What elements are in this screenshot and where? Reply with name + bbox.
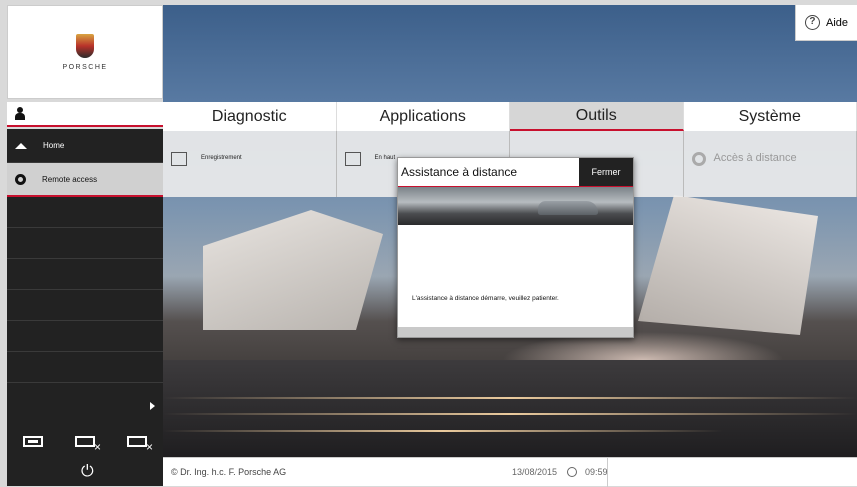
close-button[interactable]: Fermer [579, 158, 633, 186]
light-streak [163, 397, 857, 399]
car-image [538, 201, 598, 215]
tab-outils[interactable]: Outils [510, 102, 684, 131]
dialog-banner-image [398, 187, 633, 225]
subtab-enregistrement[interactable]: Enregistrement [163, 131, 337, 197]
sidebar-item-home[interactable]: Home [7, 129, 163, 163]
sidebar-empty-slot [7, 352, 163, 383]
subtab-label: Enregistrement [201, 155, 242, 161]
building-right [638, 195, 818, 335]
logo-wordmark: PORSCHE [62, 64, 107, 71]
footer-divider [607, 458, 608, 487]
dialog-message: L'assistance à distance démarre, veuille… [412, 295, 559, 302]
sidebar-empty-slot [7, 321, 163, 352]
sidebar: Home Remote access [7, 129, 163, 457]
subtab-acces-a-distance[interactable]: Accès à distance [684, 131, 857, 197]
vci-disconnected-icon [75, 436, 95, 447]
sidebar-expand-arrow-icon[interactable] [150, 402, 155, 410]
sidebar-item-label: Remote access [42, 175, 97, 184]
power-bar: ⏻ [7, 457, 163, 486]
main-tabs: Diagnostic Applications Outils Système [163, 102, 857, 131]
user-icon [15, 107, 25, 120]
building-left [203, 210, 383, 330]
date-text: 13/08/2015 [477, 467, 557, 477]
sidebar-empty-slot [7, 228, 163, 259]
copyright-text: © Dr. Ing. h.c. F. Porsche AG [171, 467, 471, 477]
sidebar-empty-slot [7, 197, 163, 228]
tab-applications[interactable]: Applications [337, 102, 511, 131]
light-streak [163, 430, 723, 432]
light-streak [163, 413, 857, 415]
porsche-logo: PORSCHE [7, 5, 163, 99]
sidebar-empty-slot [7, 290, 163, 321]
footer: © Dr. Ing. h.c. F. Porsche AG 13/08/2015… [163, 457, 857, 486]
status-icons [7, 425, 163, 457]
sidebar-item-label: Home [43, 141, 64, 150]
dialog-title: Assistance à distance [398, 158, 579, 186]
time-text: 09:59 [585, 467, 608, 477]
remote-assistance-dialog: Assistance à distance Fermer L'assistanc… [397, 157, 634, 338]
tab-systeme[interactable]: Système [684, 102, 857, 131]
network-disconnected-icon [127, 436, 147, 447]
dialog-footer [398, 327, 633, 337]
subtab-label: En haut [375, 155, 396, 161]
dialog-header: Assistance à distance Fermer [398, 158, 633, 187]
power-icon[interactable]: ⏻ [81, 463, 94, 481]
help-label: Aide [826, 17, 848, 29]
record-icon [171, 152, 187, 166]
help-button[interactable]: ? Aide [795, 5, 857, 41]
subtab-label: Accès à distance [714, 152, 797, 164]
home-icon [15, 143, 27, 149]
porsche-crest-icon [76, 34, 94, 58]
sidebar-empty-slot [7, 259, 163, 290]
user-row[interactable] [7, 102, 163, 127]
battery-icon [23, 436, 43, 447]
help-circle-icon: ? [805, 15, 820, 30]
sidebar-item-remote-access[interactable]: Remote access [7, 163, 163, 197]
upload-icon [345, 152, 361, 166]
tab-diagnostic[interactable]: Diagnostic [163, 102, 337, 131]
road [163, 360, 857, 457]
gear-icon [15, 174, 26, 185]
gear-icon [692, 152, 706, 166]
clock-icon [567, 467, 577, 477]
